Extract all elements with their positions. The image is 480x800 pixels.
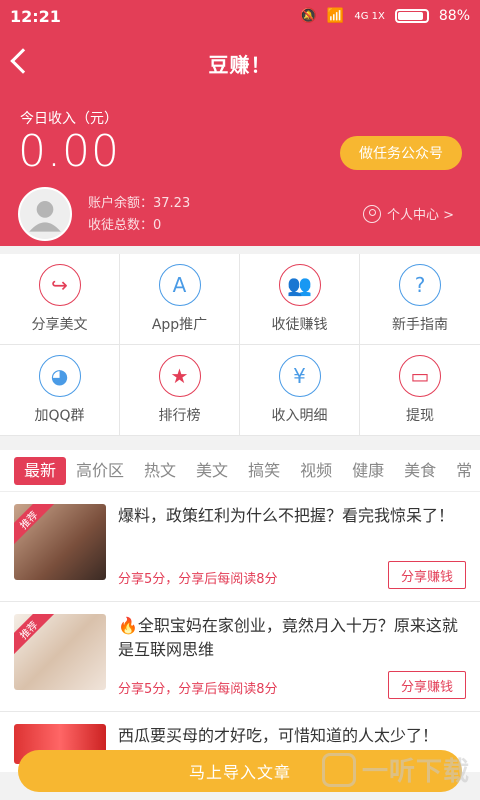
watermark-logo-icon (321, 752, 356, 787)
mute-icon: 🔕 (299, 8, 317, 24)
recommend-badge: 推荐 (14, 504, 56, 548)
tab-video[interactable]: 视频 (290, 457, 342, 485)
grid-item-label: 提现 (406, 408, 434, 424)
followers-text: 收徒总数：0 (88, 218, 162, 233)
user-avatar-icon (29, 201, 61, 232)
network-label: 4G 1X (354, 10, 385, 22)
title-bar: 豆赚！ (0, 32, 480, 94)
recommend-badge: 推荐 (14, 614, 56, 658)
account-summary: 账户余额：37.23 收徒总数：0 (88, 193, 190, 237)
tab-latest[interactable]: 最新 (14, 456, 67, 485)
tab-funny[interactable]: 搞笑 (238, 457, 290, 485)
wallet-icon: ▭ (399, 355, 441, 397)
grid-item-share-article[interactable]: ↪ 分享美文 (0, 254, 120, 345)
personal-center-label: 个人中心 > (386, 208, 454, 223)
appstore-icon: A (158, 264, 201, 306)
grid-item-ranking[interactable]: ★ 排行榜 (120, 345, 240, 436)
help-icon: ? (399, 264, 441, 306)
tab-common[interactable]: 常 (446, 457, 480, 485)
today-income-label: 今日收入（元） (20, 111, 118, 127)
list-item[interactable]: 推荐 爆料，政策红利为什么不把握？看完我惊呆了！ 分享5分，分享后每阅读8分 分… (0, 492, 480, 602)
battery-icon (394, 9, 429, 23)
qq-icon: ◕ (38, 355, 81, 397)
article-title: 爆料，政策红利为什么不把握？看完我惊呆了！ (118, 506, 455, 525)
tab-beautiful[interactable]: 美文 (186, 457, 238, 485)
avatar[interactable] (18, 187, 72, 241)
tab-high-price[interactable]: 高价区 (66, 457, 134, 485)
grid-item-label: 分享美文 (31, 317, 88, 333)
battery-percent: 88% (438, 8, 470, 24)
wifi-icon: 📶 (326, 8, 345, 24)
tab-food[interactable]: 美食 (394, 457, 446, 485)
share-icon: ↪ (38, 264, 81, 306)
receipt-icon: ¥ (278, 355, 321, 397)
grid-item-guide[interactable]: ? 新手指南 (360, 254, 480, 345)
tab-hot[interactable]: 热文 (134, 457, 186, 485)
share-earn-button[interactable]: 分享赚钱 (388, 671, 466, 699)
article-title: 🔥全职宝妈在家创业，竟然月入十万？原来这就是互联网思维 (118, 616, 458, 659)
article-list: 推荐 爆料，政策红利为什么不把握？看完我惊呆了！ 分享5分，分享后每阅读8分 分… (0, 492, 480, 772)
back-arrow-icon[interactable] (10, 48, 36, 74)
article-thumbnail: 推荐 (14, 504, 106, 580)
grid-item-label: 新手指南 (392, 317, 448, 333)
status-bar: 12:21 🔕 📶 4G 1X 88% (0, 0, 480, 32)
article-reward: 分享5分，分享后每阅读8分 (118, 572, 278, 587)
grid-item-label: 加QQ群 (34, 408, 85, 424)
article-reward: 分享5分，分享后每阅读8分 (118, 682, 278, 697)
category-tabs: 最新 高价区 热文 美文 搞笑 视频 健康 美食 常 (0, 450, 480, 492)
share-earn-button[interactable]: 分享赚钱 (388, 561, 466, 589)
grid-item-withdraw[interactable]: ▭ 提现 (360, 345, 480, 436)
people-icon: 👥 (278, 264, 321, 306)
page-title: 豆赚！ (208, 52, 272, 77)
balance-text: 账户余额：37.23 (88, 196, 191, 211)
article-info: 🔥全职宝妈在家创业，竟然月入十万？原来这就是互联网思维 分享5分，分享后每阅读8… (106, 614, 466, 699)
article-info: 爆料，政策红利为什么不把握？看完我惊呆了！ 分享5分，分享后每阅读8分 分享赚钱 (106, 504, 466, 589)
income-header: 豆赚！ 今日收入（元） 0.00 做任务公众号 账户余额：37.23 收徒总数：… (0, 32, 480, 246)
status-time: 12:21 (10, 6, 61, 26)
grid-item-recruit[interactable]: 👥 收徒赚钱 (240, 254, 360, 345)
grid-item-label: 排行榜 (158, 408, 201, 424)
list-item[interactable]: 推荐 🔥全职宝妈在家创业，竟然月入十万？原来这就是互联网思维 分享5分，分享后每… (0, 602, 480, 712)
task-official-account-button[interactable]: 做任务公众号 (340, 136, 462, 170)
status-icons: 🔕 📶 4G 1X 88% (299, 8, 470, 24)
feature-grid: ↪ 分享美文 A App推广 👥 收徒赚钱 ? 新手指南 ◕ 加QQ群 ★ 排行… (0, 254, 480, 436)
grid-item-income-detail[interactable]: ¥ 收入明细 (240, 345, 360, 436)
person-icon (362, 204, 381, 223)
watermark: 一听下载 (321, 751, 470, 788)
article-thumbnail: 推荐 (14, 614, 106, 690)
medal-icon: ★ (158, 355, 201, 397)
personal-center-link[interactable]: 个人中心 > (362, 204, 454, 223)
grid-item-app-promo[interactable]: A App推广 (120, 254, 240, 345)
watermark-text: 一听下载 (361, 757, 470, 787)
grid-item-label: App推广 (151, 317, 208, 333)
grid-item-qq-group[interactable]: ◕ 加QQ群 (0, 345, 120, 436)
grid-item-label: 收入明细 (271, 408, 328, 424)
grid-item-label: 收徒赚钱 (271, 317, 328, 333)
today-income-value: 0.00 (18, 126, 120, 177)
tab-health[interactable]: 健康 (342, 457, 394, 485)
